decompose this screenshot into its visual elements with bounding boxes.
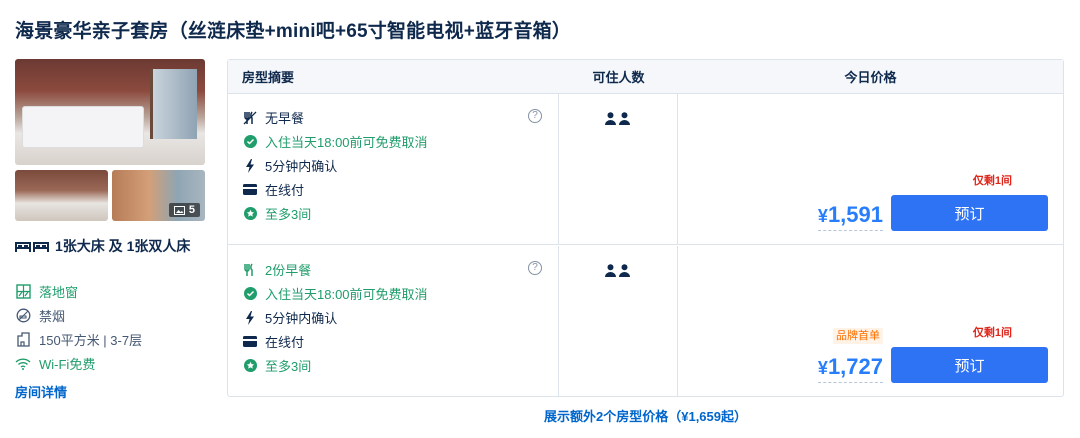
room-photo-main[interactable]: [15, 59, 205, 165]
guests-icon: [605, 264, 630, 277]
card-icon: [243, 335, 257, 349]
rate-table: 房型摘要 可住人数 今日价格 无早餐 ? 入住当天18:00前可免费取消 5分钟…: [227, 59, 1064, 397]
book-button[interactable]: 预订: [891, 347, 1048, 383]
rate-table-header: 房型摘要 可住人数 今日价格: [228, 60, 1063, 94]
room-photo-thumb[interactable]: [15, 170, 108, 221]
payment-info: 在线付: [243, 180, 304, 199]
help-icon[interactable]: ?: [528, 109, 542, 123]
photo-count: 5: [188, 204, 195, 216]
rooms-left-tag: 仅剩1间: [972, 327, 1012, 339]
cancel-policy[interactable]: 入住当天18:00前可免费取消: [243, 284, 428, 303]
meal-icon: [243, 263, 257, 277]
window-icon: [15, 284, 31, 300]
card-icon: [243, 183, 257, 197]
book-button[interactable]: 预订: [891, 195, 1048, 231]
show-more-rates-link[interactable]: 展示额外2个房型价格（¥1,659起）: [227, 406, 1064, 425]
meal-info: 2份早餐: [243, 260, 311, 279]
header-price: 今日价格: [844, 70, 897, 85]
rate-row: 无早餐 ? 入住当天18:00前可免费取消 5分钟内确认 在线付 至多3间 仅剩…: [228, 94, 1063, 245]
bed-info: 1张大床 及 1张双人床: [15, 234, 205, 260]
photo-count-badge[interactable]: 5: [168, 203, 200, 217]
max-rooms-info: 至多3间: [243, 356, 311, 375]
check-circle-icon: [243, 135, 257, 149]
meal-info: 无早餐: [243, 108, 304, 127]
guests-icon: [605, 112, 630, 125]
room-photo-thumb[interactable]: 5: [112, 170, 205, 221]
payment-info: 在线付: [243, 332, 304, 351]
header-occupancy: 可住人数: [592, 70, 645, 85]
price[interactable]: ¥1,591: [817, 201, 883, 231]
star-circle-icon: [243, 359, 257, 373]
no-smoking-icon: [15, 308, 31, 324]
image-icon: [173, 205, 185, 215]
room-size-icon: [15, 332, 31, 348]
feature-size: 150平方米 | 3-7层: [15, 330, 142, 349]
feature-window: 落地窗: [15, 282, 78, 301]
no-meal-icon: [243, 111, 257, 125]
bed-label: 1张大床 及 1张双人床: [55, 238, 191, 254]
header-room-summary: 房型摘要: [242, 70, 295, 85]
bed-icon: [15, 236, 49, 260]
confirm-info: 5分钟内确认: [243, 156, 337, 175]
room-photos[interactable]: 5: [15, 59, 205, 221]
max-rooms-info: 至多3间: [243, 204, 311, 223]
feature-no-smoking: 禁烟: [15, 306, 65, 325]
star-circle-icon: [243, 207, 257, 221]
wifi-icon: [15, 356, 31, 372]
rooms-left-tag: 仅剩1间: [972, 175, 1012, 187]
lightning-icon: [243, 310, 257, 325]
help-icon[interactable]: ?: [528, 261, 542, 275]
brand-first-order-tag: 品牌首单: [833, 328, 883, 344]
feature-wifi: Wi-Fi免费: [15, 354, 95, 373]
check-circle-icon: [243, 287, 257, 301]
rate-row: 2份早餐 ? 入住当天18:00前可免费取消 5分钟内确认 在线付 至多3间 仅…: [228, 246, 1063, 397]
lightning-icon: [243, 158, 257, 173]
confirm-info: 5分钟内确认: [243, 308, 337, 327]
room-details-link[interactable]: 房间详情: [15, 382, 67, 401]
price[interactable]: ¥1,727: [817, 353, 883, 383]
room-title: 海景豪华亲子套房（丝涟床垫+mini吧+65寸智能电视+蓝牙音箱）: [15, 21, 572, 42]
cancel-policy[interactable]: 入住当天18:00前可免费取消: [243, 132, 428, 151]
